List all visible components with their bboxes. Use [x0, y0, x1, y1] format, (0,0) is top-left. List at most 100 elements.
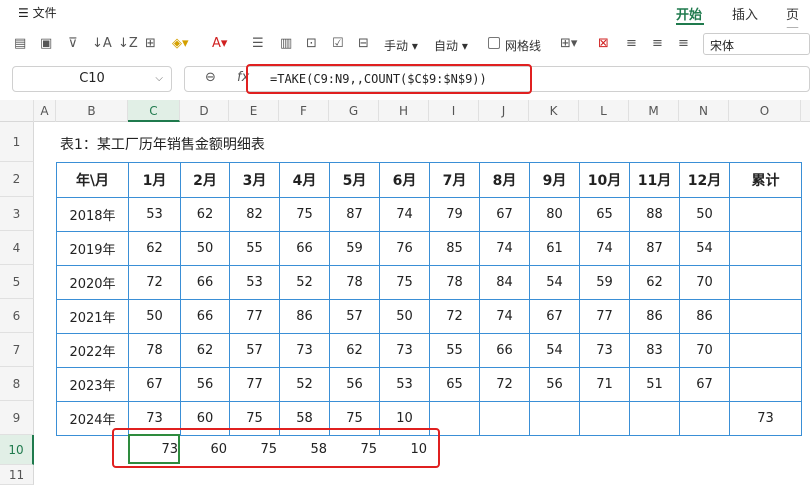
- table-cell[interactable]: 2021年: [56, 299, 129, 334]
- table-cell[interactable]: 2023年: [56, 367, 129, 402]
- row-header[interactable]: 6: [0, 299, 34, 333]
- header-cell[interactable]: 7月: [429, 162, 480, 198]
- column-header[interactable]: N: [679, 100, 729, 122]
- column-header[interactable]: B: [56, 100, 128, 122]
- select-all-corner[interactable]: [0, 100, 34, 122]
- filter-icon[interactable]: ⊽: [68, 34, 78, 54]
- table-cell[interactable]: 67: [679, 367, 730, 402]
- table-cell[interactable]: 70: [679, 333, 730, 368]
- font-family-select[interactable]: 宋体: [703, 33, 810, 55]
- merge-icon[interactable]: ▥: [280, 34, 292, 54]
- table-style-icon[interactable]: ⊞▾: [560, 34, 577, 54]
- table-cell[interactable]: 57: [229, 333, 280, 368]
- header-cell[interactable]: 年\月: [56, 162, 129, 198]
- table-cell[interactable]: 62: [329, 333, 380, 368]
- table-cell[interactable]: 77: [229, 299, 280, 334]
- column-header[interactable]: D: [180, 100, 229, 122]
- table-cell[interactable]: 76: [379, 231, 430, 266]
- table-cell[interactable]: 88: [629, 197, 680, 232]
- table-cell[interactable]: 77: [579, 299, 630, 334]
- table-cell[interactable]: [579, 401, 630, 436]
- table-cell[interactable]: 78: [429, 265, 480, 300]
- table-cell[interactable]: 2018年: [56, 197, 129, 232]
- table-cell[interactable]: 73: [579, 333, 630, 368]
- table-cell[interactable]: 62: [128, 231, 181, 266]
- table-cell[interactable]: 77: [229, 367, 280, 402]
- table-cell[interactable]: 78: [128, 333, 181, 368]
- sort-ascending-icon[interactable]: ↓A: [92, 34, 112, 54]
- table-cell[interactable]: 50: [128, 299, 181, 334]
- table-cell[interactable]: [729, 299, 802, 334]
- table-cell[interactable]: 87: [629, 231, 680, 266]
- header-cell[interactable]: 12月: [679, 162, 730, 198]
- header-cell[interactable]: 1月: [128, 162, 181, 198]
- row-header[interactable]: 11: [0, 465, 34, 485]
- table-cell[interactable]: 53: [379, 367, 430, 402]
- table-cell[interactable]: 2019年: [56, 231, 129, 266]
- gridlines-checkbox[interactable]: [488, 37, 500, 49]
- table-cell[interactable]: 50: [679, 197, 730, 232]
- table-cell[interactable]: 2022年: [56, 333, 129, 368]
- table-cell[interactable]: 66: [180, 265, 230, 300]
- table-cell[interactable]: 86: [679, 299, 730, 334]
- table-cell[interactable]: [679, 401, 730, 436]
- table-cell[interactable]: 62: [629, 265, 680, 300]
- header-cell[interactable]: 累计: [729, 162, 802, 198]
- table-cell[interactable]: 75: [379, 265, 430, 300]
- table-cell[interactable]: 2020年: [56, 265, 129, 300]
- row-header[interactable]: 9: [0, 401, 34, 435]
- table-cell[interactable]: [729, 265, 802, 300]
- font-color-icon[interactable]: A▾: [212, 34, 227, 54]
- column-header[interactable]: M: [629, 100, 679, 122]
- column-header[interactable]: F: [279, 100, 329, 122]
- table-cell[interactable]: 75: [279, 197, 330, 232]
- column-header[interactable]: H: [379, 100, 429, 122]
- table-cell[interactable]: 56: [529, 367, 580, 402]
- table-cell[interactable]: 80: [529, 197, 580, 232]
- header-cell[interactable]: 6月: [379, 162, 430, 198]
- row-header[interactable]: 4: [0, 231, 34, 265]
- file-menu[interactable]: ☰ 文件: [18, 4, 57, 21]
- table-cell[interactable]: 51: [629, 367, 680, 402]
- table-cell[interactable]: 67: [128, 367, 181, 402]
- table-cell[interactable]: 55: [229, 231, 280, 266]
- table-cell[interactable]: 66: [479, 333, 530, 368]
- name-box[interactable]: C10 ⌵: [12, 66, 172, 92]
- table-cell[interactable]: [729, 197, 802, 232]
- table-cell[interactable]: 82: [229, 197, 280, 232]
- table-cell[interactable]: 79: [429, 197, 480, 232]
- table-cell[interactable]: 54: [529, 333, 580, 368]
- row-header[interactable]: 5: [0, 265, 34, 299]
- row-header[interactable]: 1: [0, 122, 34, 162]
- header-cell[interactable]: 10月: [579, 162, 630, 198]
- table-cell[interactable]: 55: [429, 333, 480, 368]
- table-cell[interactable]: 56: [329, 367, 380, 402]
- sheet-title[interactable]: 表1：某工厂历年销售金额明细表: [60, 134, 265, 154]
- table-cell[interactable]: 59: [329, 231, 380, 266]
- table-cell[interactable]: 57: [329, 299, 380, 334]
- column-header[interactable]: J: [479, 100, 529, 122]
- table-cell[interactable]: 74: [379, 197, 430, 232]
- freeze-icon[interactable]: ⊟: [358, 34, 369, 54]
- row-header[interactable]: 10: [0, 435, 34, 465]
- row-header[interactable]: 2: [0, 162, 34, 197]
- align-center-icon[interactable]: ≡: [652, 34, 663, 54]
- table-cell[interactable]: 72: [128, 265, 181, 300]
- zoom-icon[interactable]: ⊖: [205, 70, 216, 85]
- table-cell[interactable]: 86: [279, 299, 330, 334]
- align-right-icon[interactable]: ≡: [678, 34, 689, 54]
- align-left-icon[interactable]: ≡: [626, 34, 637, 54]
- table-cell[interactable]: 74: [479, 231, 530, 266]
- column-header[interactable]: A: [34, 100, 56, 122]
- row-header[interactable]: 8: [0, 367, 34, 401]
- chevron-down-icon[interactable]: ⌵: [155, 67, 163, 91]
- format-icon[interactable]: ⊡: [306, 34, 317, 54]
- table-cell[interactable]: 53: [128, 197, 181, 232]
- table-cell[interactable]: 67: [479, 197, 530, 232]
- header-cell[interactable]: 3月: [229, 162, 280, 198]
- row-header[interactable]: 7: [0, 333, 34, 367]
- calc-manual-dropdown[interactable]: 手动 ▾: [384, 37, 418, 54]
- calc-auto-dropdown[interactable]: 自动 ▾: [434, 37, 468, 54]
- table-cell[interactable]: 74: [479, 299, 530, 334]
- table-cell[interactable]: 53: [229, 265, 280, 300]
